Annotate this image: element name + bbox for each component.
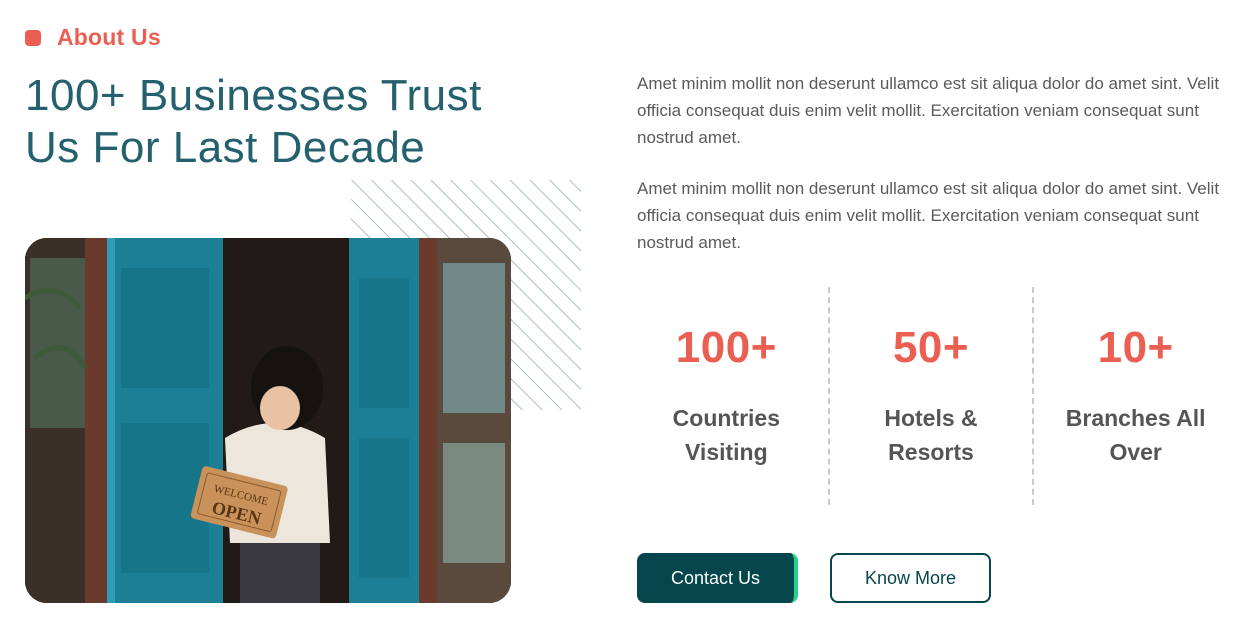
stat-branches: 10+ Branches All Over bbox=[1032, 287, 1237, 505]
stat-hotels: 50+ Hotels & Resorts bbox=[827, 287, 1033, 505]
page-title-line-1: 100+ Businesses Trust bbox=[25, 71, 482, 120]
contact-us-button[interactable]: Contact Us bbox=[637, 553, 798, 603]
stats-row: 100+ Countries Visiting 50+ Hotels & Res… bbox=[625, 287, 1237, 505]
stat-label: Countries Visiting bbox=[672, 405, 780, 465]
eyebrow-marker-icon bbox=[25, 29, 41, 46]
stat-value: 10+ bbox=[1097, 323, 1174, 372]
page-title: 100+ Businesses Trust Us For Last Decade bbox=[25, 70, 545, 174]
hero-photo: WELCOME OPEN bbox=[25, 238, 511, 603]
stat-countries: 100+ Countries Visiting bbox=[625, 287, 828, 505]
stat-value: 100+ bbox=[675, 323, 777, 372]
know-more-button[interactable]: Know More bbox=[830, 553, 991, 603]
stat-value: 50+ bbox=[892, 323, 970, 372]
eyebrow-label: About Us bbox=[57, 24, 161, 50]
stat-label: Hotels & Resorts bbox=[884, 405, 978, 465]
page-title-line-2: Us For Last Decade bbox=[25, 123, 426, 172]
about-paragraph-2: Amet minim mollit non deserunt ullamco e… bbox=[637, 179, 1220, 252]
stat-label: Branches All Over bbox=[1065, 405, 1206, 465]
about-paragraph-1: Amet minim mollit non deserunt ullamco e… bbox=[637, 74, 1220, 147]
section-eyebrow: About Us bbox=[25, 24, 161, 51]
